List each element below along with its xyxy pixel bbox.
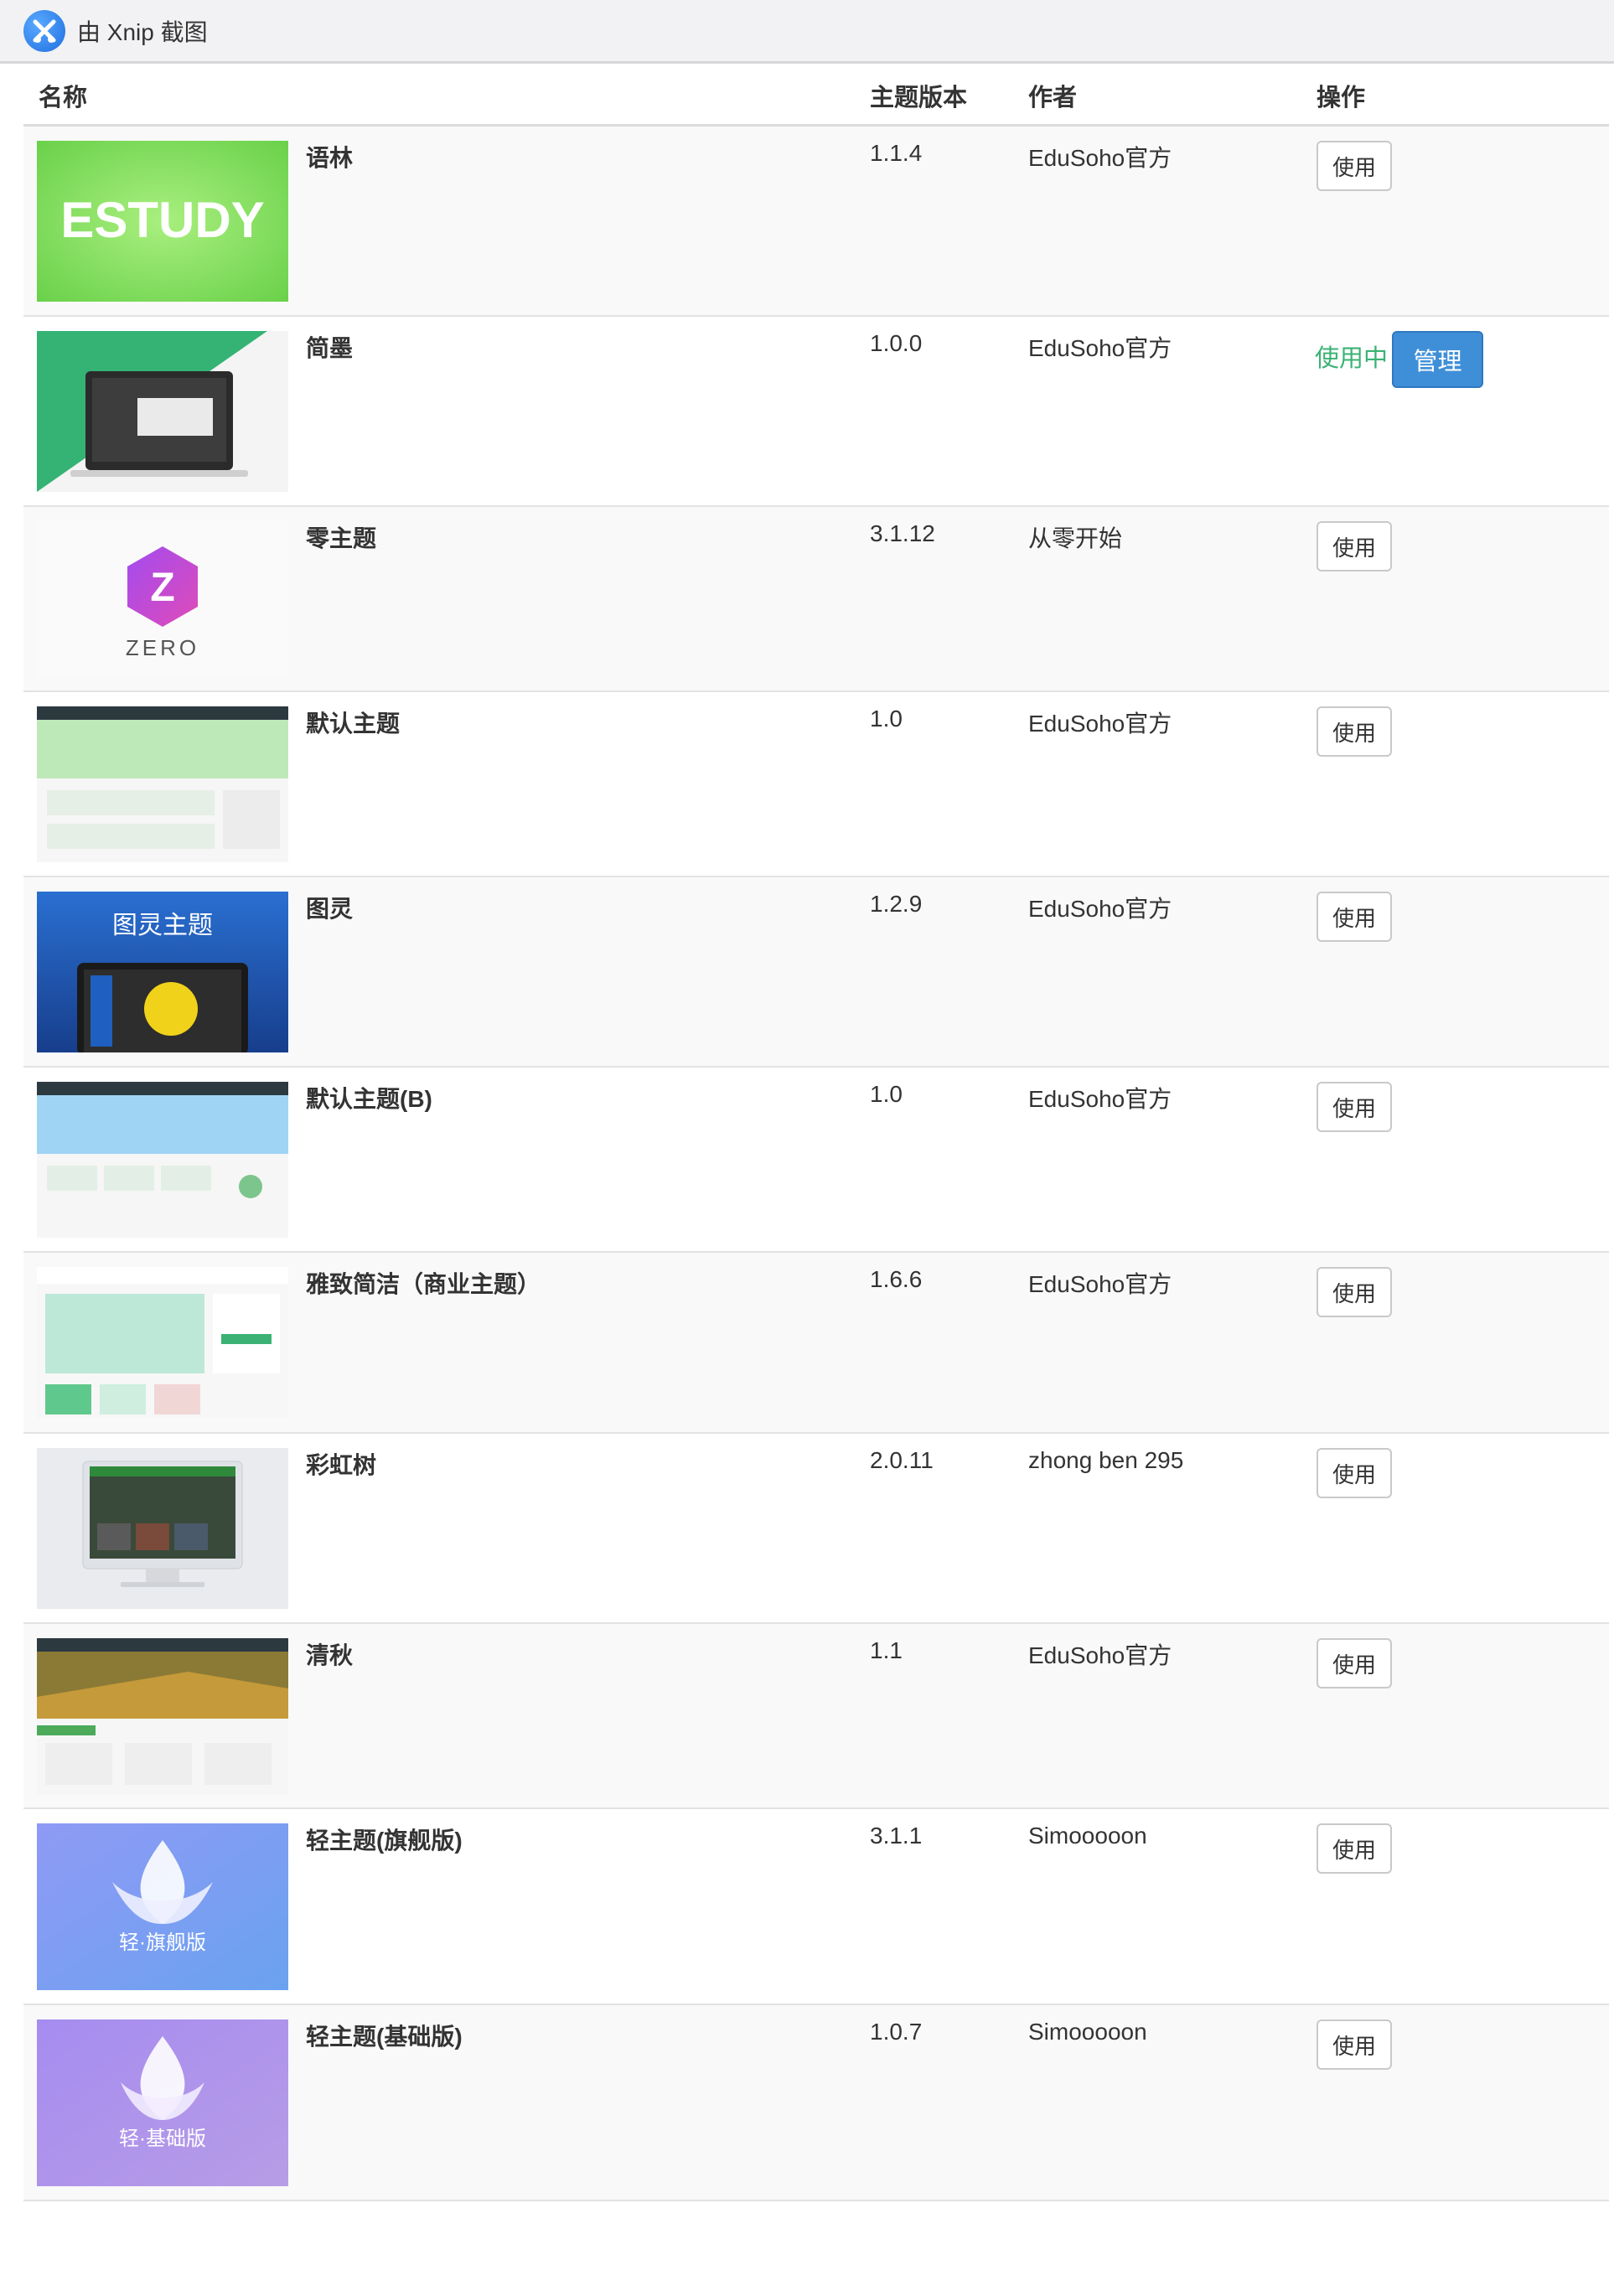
themes-table: 名称 主题版本 作者 操作 ESTUDY 语林 1.1.4 EduSoho官方 … bbox=[23, 66, 1609, 2201]
theme-version: 1.0.0 bbox=[870, 330, 923, 356]
header-author: 作者 bbox=[1028, 85, 1078, 111]
thumb-text: ESTUDY bbox=[60, 192, 264, 248]
thumb-text: 轻·基础版 bbox=[119, 2128, 206, 2150]
use-button[interactable]: 使用 bbox=[1317, 1448, 1392, 1498]
use-button[interactable]: 使用 bbox=[1317, 1823, 1392, 1874]
table-row: 默认主题 1.0 EduSoho官方 使用 bbox=[23, 692, 1609, 877]
use-button[interactable]: 使用 bbox=[1317, 1267, 1392, 1317]
table-row: 雅致简洁（商业主题） 1.6.6 EduSoho官方 使用 bbox=[23, 1253, 1609, 1434]
window-title: 由 Xnip 截图 bbox=[77, 18, 208, 45]
table-row: 图灵主题 图灵 1.2.9 EduSoho官方 使用 bbox=[23, 877, 1609, 1068]
theme-thumbnail bbox=[37, 1638, 288, 1794]
theme-thumbnail: Z ZERO bbox=[37, 521, 288, 677]
theme-version: 3.1.1 bbox=[870, 1823, 923, 1849]
theme-name: 语林 bbox=[306, 145, 354, 171]
theme-thumbnail bbox=[37, 331, 288, 492]
theme-thumbnail: 图灵主题 bbox=[37, 892, 288, 1052]
theme-name: 轻主题(旗舰版) bbox=[306, 1828, 463, 1854]
header-version: 主题版本 bbox=[870, 85, 968, 111]
theme-version: 1.0 bbox=[870, 1081, 903, 1107]
theme-thumbnail: ESTUDY bbox=[37, 141, 288, 302]
theme-version: 1.0 bbox=[870, 706, 903, 732]
theme-author: EduSoho官方 bbox=[1028, 896, 1172, 922]
theme-author: zhong ben 295 bbox=[1028, 1447, 1184, 1473]
use-button[interactable]: 使用 bbox=[1317, 1082, 1392, 1132]
theme-author: EduSoho官方 bbox=[1028, 711, 1172, 737]
theme-author: 从零开始 bbox=[1028, 525, 1123, 551]
table-row: Z ZERO 零主题 3.1.12 从零开始 使用 bbox=[23, 507, 1609, 692]
theme-version: 1.6.6 bbox=[870, 1266, 923, 1292]
theme-name: 雅致简洁（商业主题） bbox=[306, 1271, 541, 1297]
theme-thumbnail bbox=[37, 1082, 288, 1238]
theme-version: 1.0.7 bbox=[870, 2019, 923, 2045]
theme-author: Simooooon bbox=[1028, 2019, 1147, 2045]
svg-text:Z: Z bbox=[150, 566, 174, 610]
use-button[interactable]: 使用 bbox=[1317, 1638, 1392, 1688]
table-header: 名称 主题版本 作者 操作 bbox=[23, 66, 1609, 127]
theme-thumbnail bbox=[37, 1267, 288, 1419]
theme-thumbnail bbox=[37, 706, 288, 862]
theme-author: EduSoho官方 bbox=[1028, 1642, 1172, 1668]
table-row: 彩虹树 2.0.11 zhong ben 295 使用 bbox=[23, 1434, 1609, 1624]
theme-author: EduSoho官方 bbox=[1028, 335, 1172, 361]
theme-name: 轻主题(基础版) bbox=[306, 2024, 463, 2050]
thumb-text: ZERO bbox=[126, 635, 199, 660]
theme-author: EduSoho官方 bbox=[1028, 1086, 1172, 1112]
window-titlebar: 由 Xnip 截图 bbox=[0, 0, 1614, 64]
theme-thumbnail bbox=[37, 1448, 288, 1609]
table-row: 默认主题(B) 1.0 EduSoho官方 使用 bbox=[23, 1068, 1609, 1253]
xnip-logo-icon bbox=[23, 9, 65, 52]
use-button[interactable]: 使用 bbox=[1317, 141, 1392, 191]
manage-button[interactable]: 管理 bbox=[1392, 331, 1483, 388]
theme-version: 1.1.4 bbox=[870, 140, 923, 166]
theme-author: EduSoho官方 bbox=[1028, 145, 1172, 171]
thumb-text: 轻·旗舰版 bbox=[119, 1931, 206, 1954]
theme-name: 清秋 bbox=[306, 1642, 354, 1668]
theme-name: 彩虹树 bbox=[306, 1452, 377, 1478]
table-row: 简墨 1.0.0 EduSoho官方 使用中 管理 bbox=[23, 317, 1609, 507]
use-button[interactable]: 使用 bbox=[1317, 892, 1392, 942]
theme-version: 1.2.9 bbox=[870, 891, 923, 917]
use-button[interactable]: 使用 bbox=[1317, 521, 1392, 571]
header-action: 操作 bbox=[1317, 85, 1366, 111]
theme-author: EduSoho官方 bbox=[1028, 1271, 1172, 1297]
table-row: 清秋 1.1 EduSoho官方 使用 bbox=[23, 1624, 1609, 1809]
theme-author: Simooooon bbox=[1028, 1823, 1147, 1849]
theme-version: 3.1.12 bbox=[870, 520, 935, 546]
use-button[interactable]: 使用 bbox=[1317, 706, 1392, 757]
theme-name: 零主题 bbox=[306, 525, 377, 551]
theme-version: 2.0.11 bbox=[870, 1447, 934, 1473]
table-row: 轻·旗舰版 轻主题(旗舰版) 3.1.1 Simooooon 使用 bbox=[23, 1809, 1609, 2005]
theme-version: 1.1 bbox=[870, 1637, 903, 1663]
header-name: 名称 bbox=[39, 85, 88, 111]
table-row: ESTUDY 语林 1.1.4 EduSoho官方 使用 bbox=[23, 127, 1609, 317]
thumb-text: 图灵主题 bbox=[112, 911, 213, 940]
theme-thumbnail: 轻·旗舰版 bbox=[37, 1823, 288, 1990]
theme-name: 默认主题(B) bbox=[306, 1086, 432, 1112]
in-use-status: 使用中 bbox=[1315, 345, 1389, 372]
theme-name: 图灵 bbox=[306, 896, 354, 922]
theme-name: 默认主题 bbox=[306, 711, 401, 737]
theme-thumbnail: 轻·基础版 bbox=[37, 2019, 288, 2186]
use-button[interactable]: 使用 bbox=[1317, 2019, 1392, 2070]
theme-name: 简墨 bbox=[306, 335, 354, 361]
table-row: 轻·基础版 轻主题(基础版) 1.0.7 Simooooon 使用 bbox=[23, 2005, 1609, 2201]
